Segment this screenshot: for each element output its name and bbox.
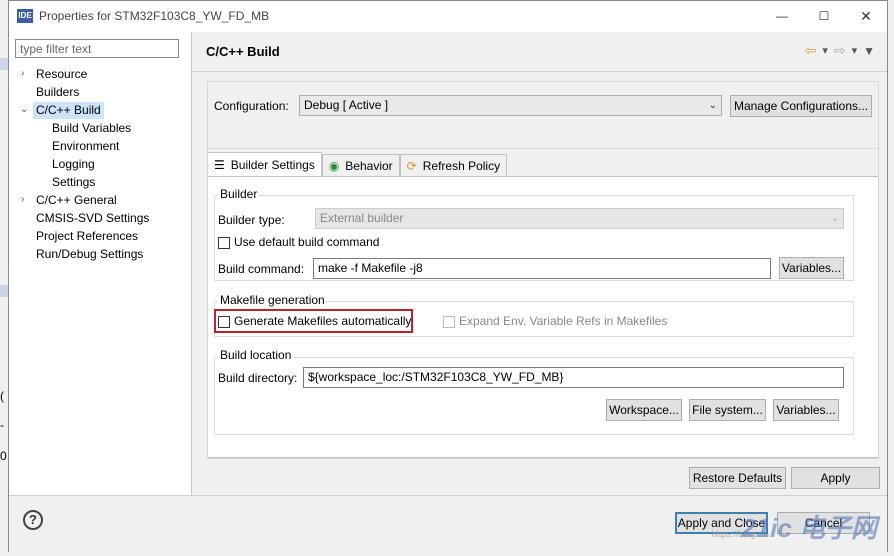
back-arrow-icon[interactable]: ⇦ [805, 42, 817, 59]
configuration-label: Configuration: [214, 99, 289, 113]
tab-label: Behavior [345, 158, 393, 173]
bg-strip [0, 285, 8, 297]
back-menu-icon[interactable]: ▾ [822, 44, 828, 57]
sidebar-item-resource[interactable]: Resource [36, 66, 87, 83]
sidebar-item-build-variables[interactable]: Build Variables [52, 120, 131, 137]
apply-button[interactable]: Apply [791, 467, 880, 489]
forward-arrow-icon[interactable]: ⇨ [834, 42, 846, 59]
maximize-button[interactable]: ☐ [807, 5, 841, 27]
use-default-build-label[interactable]: Use default build command [234, 235, 379, 249]
build-location-label: Build location [218, 348, 294, 362]
refresh-icon: ⟳ [406, 158, 417, 173]
builder-type-value: External builder [320, 211, 404, 225]
button-bar: ? Apply and Close Cancel 21ic 电子网 https:… [9, 495, 887, 554]
file-system-button[interactable]: File system... [689, 399, 766, 421]
expand-env-label: Expand Env. Variable Refs in Makefiles [459, 314, 668, 328]
highlight-box [214, 309, 413, 333]
sidebar-item-cpp-general[interactable]: C/C++ General [36, 192, 117, 209]
configuration-value: Debug [ Active ] [304, 98, 389, 112]
tab-behavior[interactable]: ◉ Behavior [321, 154, 400, 176]
build-directory-input[interactable]: ${workspace_loc:/STM32F103C8_YW_FD_MB} [303, 367, 844, 388]
content-pane: C/C++ Build ⇦ ▾ ⇨ ▾ ▼ Configuration: Deb… [192, 32, 887, 495]
sidebar-item-cpp-build[interactable]: C/C++ Build [33, 102, 104, 119]
chevron-down-icon: ⌄ [708, 100, 717, 111]
help-icon[interactable]: ? [23, 510, 43, 530]
chevron-down-icon[interactable]: ⌄ [20, 104, 28, 115]
makefile-group-label: Makefile generation [218, 293, 327, 307]
sidebar-item-run-debug[interactable]: Run/Debug Settings [36, 246, 143, 263]
bg-fragment: ( [0, 389, 4, 403]
restore-defaults-button[interactable]: Restore Defaults [689, 467, 786, 489]
tab-builder-settings[interactable]: ☰ Builder Settings [207, 152, 322, 176]
properties-dialog: IDE Properties for STM32F103C8_YW_FD_MB … [8, 0, 888, 554]
builder-variables-button[interactable]: Variables... [779, 257, 844, 279]
watermark-logo: 21ic 电子网 [741, 513, 877, 543]
builder-group-label: Builder [218, 187, 260, 201]
close-button[interactable]: ✕ [849, 5, 883, 27]
sidebar-item-logging[interactable]: Logging [52, 156, 95, 173]
workspace-button[interactable]: Workspace... [606, 399, 682, 421]
manage-configurations-button[interactable]: Manage Configurations... [730, 95, 872, 117]
sidebar-item-environment[interactable]: Environment [52, 138, 119, 155]
tab-label: Builder Settings [230, 157, 315, 172]
sidebar-item-settings[interactable]: Settings [52, 174, 95, 191]
bg-strip [0, 58, 8, 70]
use-default-build-checkbox[interactable] [218, 237, 230, 249]
bg-fragment: - [0, 418, 4, 432]
chevron-down-icon: ⌄ [830, 213, 839, 224]
list-icon: ☰ [214, 157, 225, 172]
builder-type-label: Builder type: [218, 213, 285, 227]
history-nav: ⇦ ▾ ⇨ ▾ ▼ [805, 42, 875, 59]
page-title: C/C++ Build [206, 44, 280, 59]
expand-env-checkbox [443, 316, 455, 328]
sidebar-item-builders[interactable]: Builders [36, 84, 79, 101]
chevron-right-icon[interactable]: › [21, 194, 24, 205]
configuration-select[interactable]: Debug [ Active ] ⌄ [299, 95, 722, 116]
tab-refresh-policy[interactable]: ⟳ Refresh Policy [399, 154, 508, 176]
builder-type-select: External builder ⌄ [315, 208, 844, 229]
title-bar: IDE Properties for STM32F103C8_YW_FD_MB … [9, 1, 887, 32]
build-command-input[interactable]: make -f Makefile -j8 [313, 258, 771, 279]
sidebar-item-project-references[interactable]: Project References [36, 228, 138, 245]
minimize-button[interactable]: — [765, 5, 799, 27]
sidebar: type filter text › Resource Builders ⌄ C… [9, 32, 192, 495]
watermark-url: https://blog.cs [711, 529, 767, 539]
tab-strip: ☰ Builder Settings ◉ Behavior ⟳ Refresh … [207, 152, 508, 176]
build-command-label: Build command: [218, 262, 305, 276]
sidebar-item-cmsis-svd[interactable]: CMSIS-SVD Settings [36, 210, 149, 227]
tab-label: Refresh Policy [422, 158, 501, 173]
location-variables-button[interactable]: Variables... [773, 399, 839, 421]
forward-menu-icon[interactable]: ▾ [852, 44, 858, 57]
window-title: Properties for STM32F103C8_YW_FD_MB [39, 9, 270, 23]
bg-fragment: 0 [0, 449, 7, 463]
divider [192, 71, 887, 72]
build-directory-label: Build directory: [218, 371, 298, 385]
ide-icon: IDE [17, 9, 33, 23]
filter-input[interactable]: type filter text [15, 39, 179, 58]
radio-icon: ◉ [328, 158, 340, 173]
view-menu-icon[interactable]: ▼ [863, 44, 875, 58]
chevron-right-icon[interactable]: › [21, 68, 24, 79]
tab-body: Builder Builder type: External builder ⌄… [207, 176, 879, 458]
